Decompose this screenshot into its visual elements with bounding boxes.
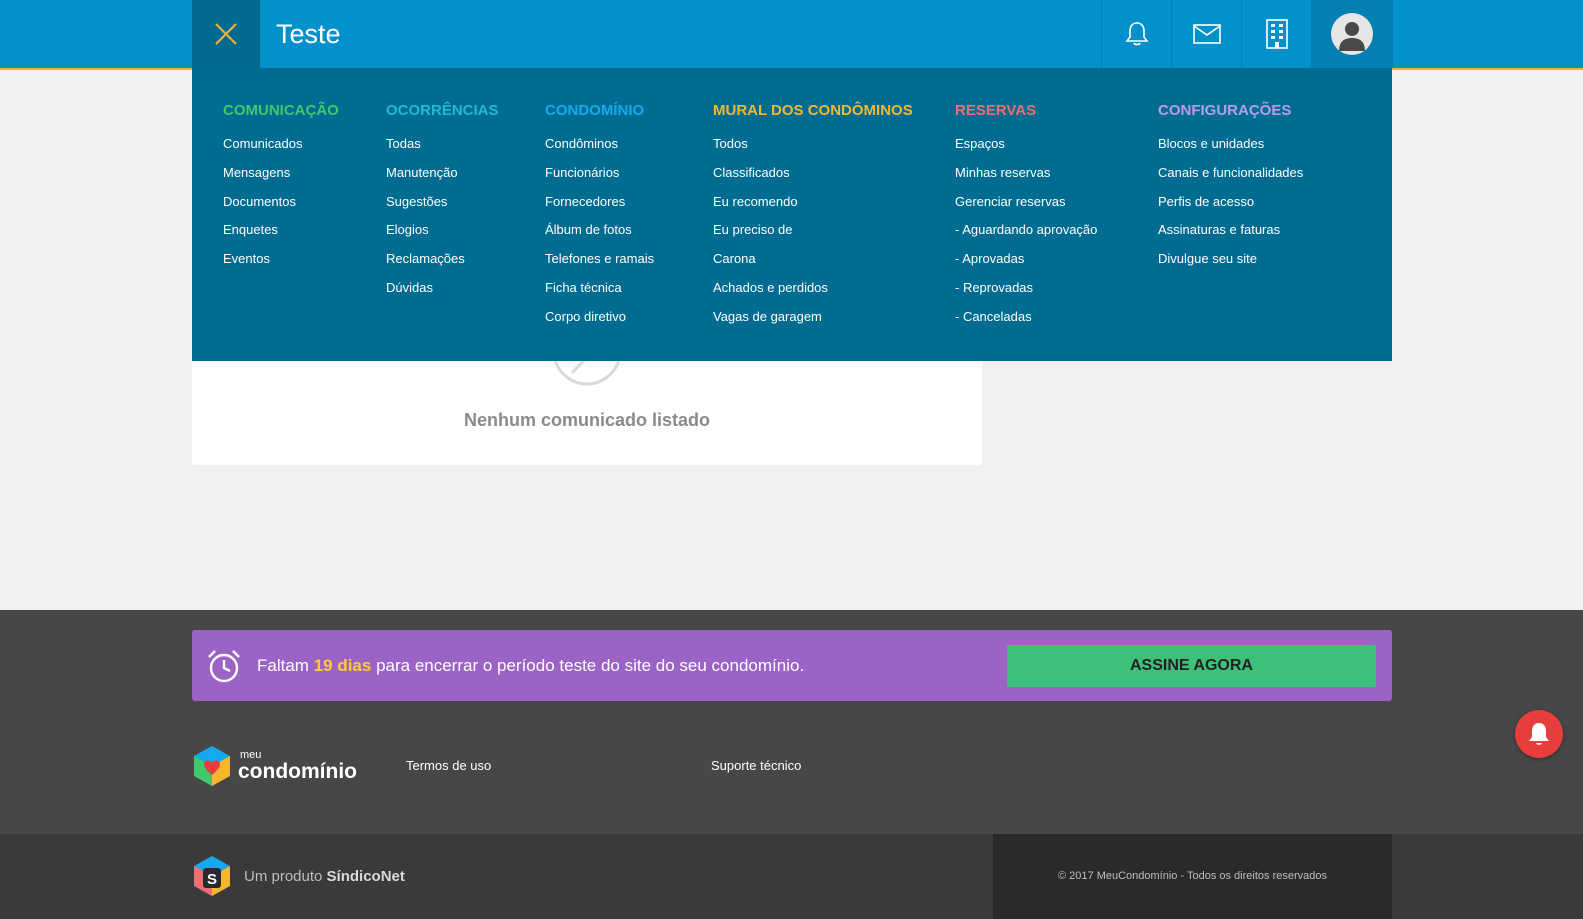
user-menu-button[interactable] — [1311, 0, 1393, 68]
footer-links: meu condomínio Termos de uso Suporte téc… — [0, 722, 1583, 832]
menu-column-reservas: RESERVAS Espaços Minhas reservas Gerenci… — [955, 100, 1097, 338]
product-credit: S Um produto SíndicoNet — [192, 854, 405, 898]
trial-prefix: Faltam — [257, 656, 314, 675]
menu-item[interactable]: Manutenção — [386, 165, 499, 194]
menu-item[interactable]: Achados e perdidos — [713, 280, 913, 309]
svg-text:S: S — [207, 871, 217, 888]
menu-item[interactable]: Condôminos — [545, 136, 654, 165]
menu-item[interactable]: Todas — [386, 136, 499, 165]
meucondominio-logo[interactable]: meu condomínio — [192, 744, 357, 788]
logo-wordmark: meu condomínio — [238, 750, 357, 783]
empty-message: Nenhum comunicado listado — [463, 410, 711, 430]
menu-item[interactable]: Canais e funcionalidades — [1158, 165, 1303, 194]
product-name: SíndicoNet — [326, 867, 405, 885]
menu-item[interactable]: Telefones e ramais — [545, 251, 654, 280]
menu-item[interactable]: Enquetes — [223, 222, 339, 251]
menu-item[interactable]: Funcionários — [545, 165, 654, 194]
menu-item[interactable]: Todos — [713, 136, 913, 165]
building-icon — [1265, 19, 1288, 49]
cube-logo-icon — [194, 746, 230, 786]
trial-suffix: para encerrar o período teste do site do… — [371, 656, 805, 675]
bell-icon — [1124, 22, 1149, 46]
menu-column-condominio: CONDOMÍNIO Condôminos Funcionários Forne… — [545, 100, 654, 338]
logo-main-text: condomínio — [238, 760, 357, 783]
menu-item[interactable]: Eu recomendo — [713, 194, 913, 223]
trial-message: Faltam 19 dias para encerrar o período t… — [257, 630, 804, 701]
menu-column-comunicacao: COMUNICAÇÃO Comunicados Mensagens Docume… — [223, 100, 339, 280]
menu-item[interactable]: Eventos — [223, 251, 339, 280]
condominium-button[interactable] — [1241, 0, 1311, 68]
menu-column-title: COMUNICAÇÃO — [223, 102, 339, 119]
menu-item[interactable]: Blocos e unidades — [1158, 136, 1303, 165]
menu-item[interactable]: Eu preciso de — [713, 222, 913, 251]
menu-item[interactable]: Gerenciar reservas — [955, 194, 1097, 223]
menu-column-title: MURAL DOS CONDÔMINOS — [713, 102, 913, 119]
menu-item[interactable]: Reclamações — [386, 251, 499, 280]
menu-column-ocorrencias: OCORRÊNCIAS Todas Manutenção Sugestões E… — [386, 100, 499, 309]
menu-item[interactable]: Minhas reservas — [955, 165, 1097, 194]
menu-item[interactable]: Corpo diretivo — [545, 309, 654, 338]
sindiconet-logo-icon: S — [194, 856, 230, 896]
close-menu-button[interactable] — [192, 0, 260, 68]
user-avatar-icon — [1331, 13, 1373, 55]
menu-item[interactable]: Classificados — [713, 165, 913, 194]
menu-column-title: CONFIGURAÇÕES — [1158, 102, 1292, 119]
close-icon — [215, 23, 237, 45]
menu-column-title: CONDOMÍNIO — [545, 102, 645, 119]
product-prefix: Um produto — [244, 867, 327, 885]
support-link[interactable]: Suporte técnico — [711, 758, 801, 773]
menu-column-title: RESERVAS — [955, 102, 1037, 119]
menu-item[interactable]: - Aguardando aprovação — [955, 222, 1097, 251]
mail-icon — [1192, 24, 1221, 44]
menu-item[interactable]: Mensagens — [223, 165, 339, 194]
menu-item[interactable]: - Aprovadas — [955, 251, 1097, 280]
menu-item[interactable]: Dúvidas — [386, 280, 499, 309]
announcements-card: Nenhum comunicado listado — [192, 331, 982, 465]
alarm-clock-icon — [208, 650, 240, 683]
push-notification-button[interactable] — [1515, 710, 1563, 758]
menu-item[interactable]: Assinaturas e faturas — [1158, 222, 1303, 251]
copyright-text: © 2017 MeuCondomínio - Todos os direitos… — [1058, 870, 1327, 882]
menu-item[interactable]: Ficha técnica — [545, 280, 654, 309]
menu-item[interactable]: Comunicados — [223, 136, 339, 165]
trial-banner: Faltam 19 dias para encerrar o período t… — [192, 630, 1392, 701]
menu-item[interactable]: Perfis de acesso — [1158, 194, 1303, 223]
menu-item[interactable]: - Reprovadas — [955, 280, 1097, 309]
menu-column-configuracoes: CONFIGURAÇÕES Blocos e unidades Canais e… — [1158, 100, 1303, 280]
subscribe-button[interactable]: ASSINE AGORA — [1007, 645, 1376, 687]
bell-icon — [1529, 723, 1549, 745]
menu-item[interactable]: - Canceladas — [955, 309, 1097, 338]
menu-item[interactable]: Documentos — [223, 194, 339, 223]
menu-item[interactable]: Sugestões — [386, 194, 499, 223]
terms-link[interactable]: Termos de uso — [406, 758, 491, 773]
mega-menu: COMUNICAÇÃO Comunicados Mensagens Docume… — [192, 68, 1392, 361]
header-actions — [1101, 0, 1393, 68]
bottom-bar: S Um produto SíndicoNet © 2017 MeuCondom… — [0, 834, 1583, 919]
menu-item[interactable]: Vagas de garagem — [713, 309, 913, 338]
menu-item[interactable]: Divulgue seu site — [1158, 251, 1303, 280]
page-title: Teste — [276, 19, 341, 49]
menu-item[interactable]: Espaços — [955, 136, 1097, 165]
notifications-button[interactable] — [1101, 0, 1171, 68]
top-bar: Teste — [0, 0, 1583, 70]
trial-days: 19 dias — [313, 656, 372, 675]
menu-item[interactable]: Fornecedores — [545, 194, 654, 223]
menu-column-title: OCORRÊNCIAS — [386, 102, 499, 119]
menu-column-mural: MURAL DOS CONDÔMINOS Todos Classificados… — [713, 100, 913, 338]
product-text: Um produto SíndicoNet — [244, 868, 405, 885]
menu-item[interactable]: Elogios — [386, 222, 499, 251]
copyright-box: © 2017 MeuCondomínio - Todos os direitos… — [993, 834, 1392, 919]
menu-item[interactable]: Álbum de fotos — [545, 222, 654, 251]
menu-item[interactable]: Carona — [713, 251, 913, 280]
messages-button[interactable] — [1171, 0, 1241, 68]
